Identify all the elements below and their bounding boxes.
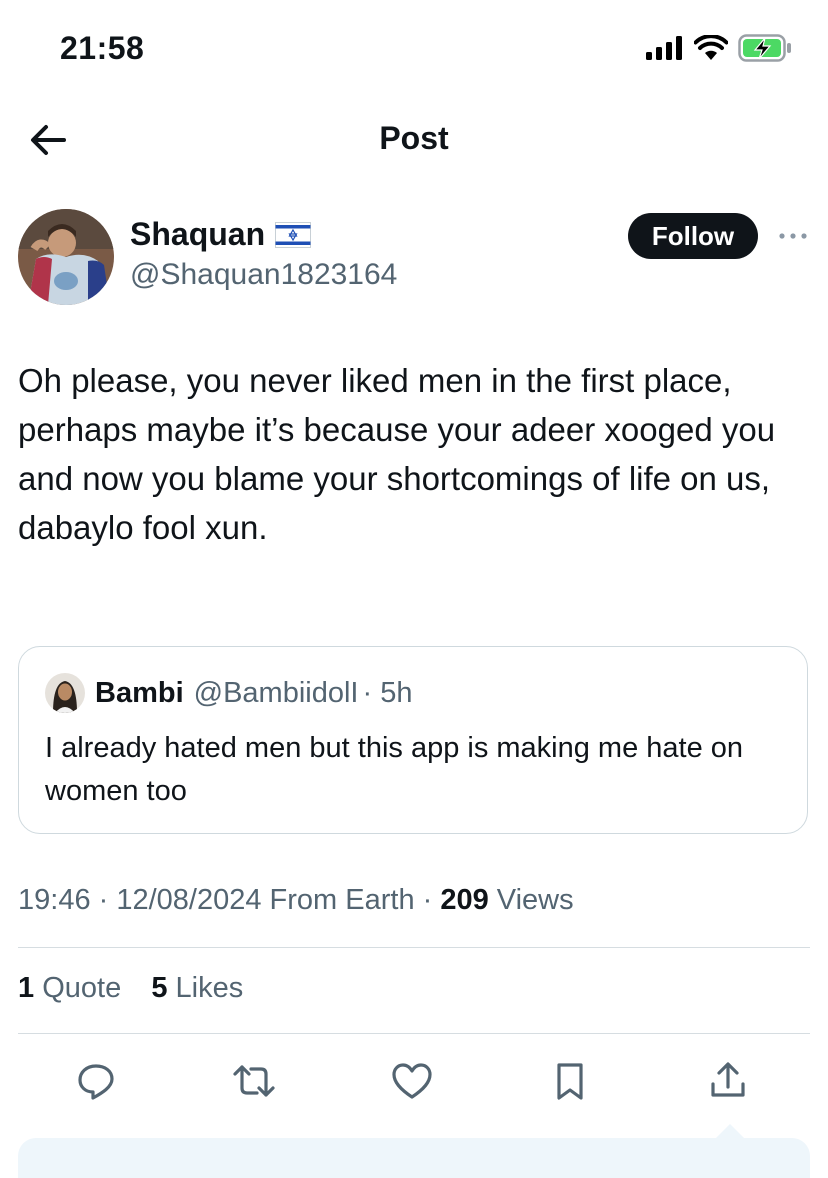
views-count: 209: [440, 884, 489, 916]
battery-charging-icon: [738, 34, 791, 62]
more-icon: [779, 233, 807, 239]
heart-icon: [392, 1063, 432, 1099]
reply-button[interactable]: [73, 1058, 119, 1104]
quoted-text: I already hated men but this app is maki…: [45, 732, 744, 807]
post-datetime: 19:46 · 12/08/2024 From Earth ·: [18, 884, 441, 916]
quotes-label: Quote: [34, 972, 122, 1004]
page-title: Post: [379, 120, 449, 156]
signal-icon: [646, 36, 682, 60]
divider: [18, 947, 810, 948]
quoted-avatar[interactable]: [45, 673, 85, 713]
views-label: Views: [488, 884, 574, 916]
status-time: 21:58: [60, 30, 145, 66]
quoted-handle[interactable]: @BambiidolI: [194, 677, 359, 710]
bookmark-icon: [557, 1063, 583, 1100]
wifi-icon: [694, 35, 728, 60]
post-meta: 19:46 · 12/08/2024 From Earth · 209 View…: [18, 884, 574, 917]
post-stats: 1 Quote 5 Likes: [18, 972, 243, 1005]
repost-icon: [233, 1065, 275, 1097]
share-button[interactable]: [705, 1058, 751, 1104]
share-icon: [711, 1062, 745, 1097]
tooltip-notch: [716, 1124, 744, 1138]
likes-label: Likes: [167, 972, 244, 1004]
bookmark-button[interactable]: [547, 1058, 593, 1104]
author-avatar[interactable]: [18, 209, 114, 305]
divider: [18, 1033, 810, 1034]
likes-stat[interactable]: 5 Likes: [151, 972, 243, 1004]
more-options-button[interactable]: [776, 222, 810, 250]
quoted-header: Bambi @BambiidolI · 5h: [95, 677, 412, 710]
like-button[interactable]: [389, 1058, 435, 1104]
author-name-row[interactable]: Shaquan: [130, 216, 312, 253]
likes-count: 5: [151, 972, 168, 1004]
status-icons: [646, 34, 792, 62]
author-handle[interactable]: @Shaquan1823164: [130, 258, 397, 292]
bottom-card: [18, 1138, 810, 1178]
israel-flag-icon: [275, 221, 312, 248]
quoted-name[interactable]: Bambi: [95, 677, 184, 710]
post-text: Oh please, you never liked men in the fi…: [18, 362, 776, 546]
quoted-post[interactable]: Bambi @BambiidolI · 5h I already hated m…: [18, 646, 808, 834]
repost-button[interactable]: [231, 1058, 277, 1104]
reply-icon: [78, 1064, 114, 1100]
quoted-time: · 5h: [362, 677, 413, 709]
quotes-count: 1: [18, 972, 35, 1004]
follow-button[interactable]: Follow: [628, 213, 758, 259]
author-name[interactable]: Shaquan: [130, 216, 265, 253]
quotes-stat[interactable]: 1 Quote: [18, 972, 121, 1004]
